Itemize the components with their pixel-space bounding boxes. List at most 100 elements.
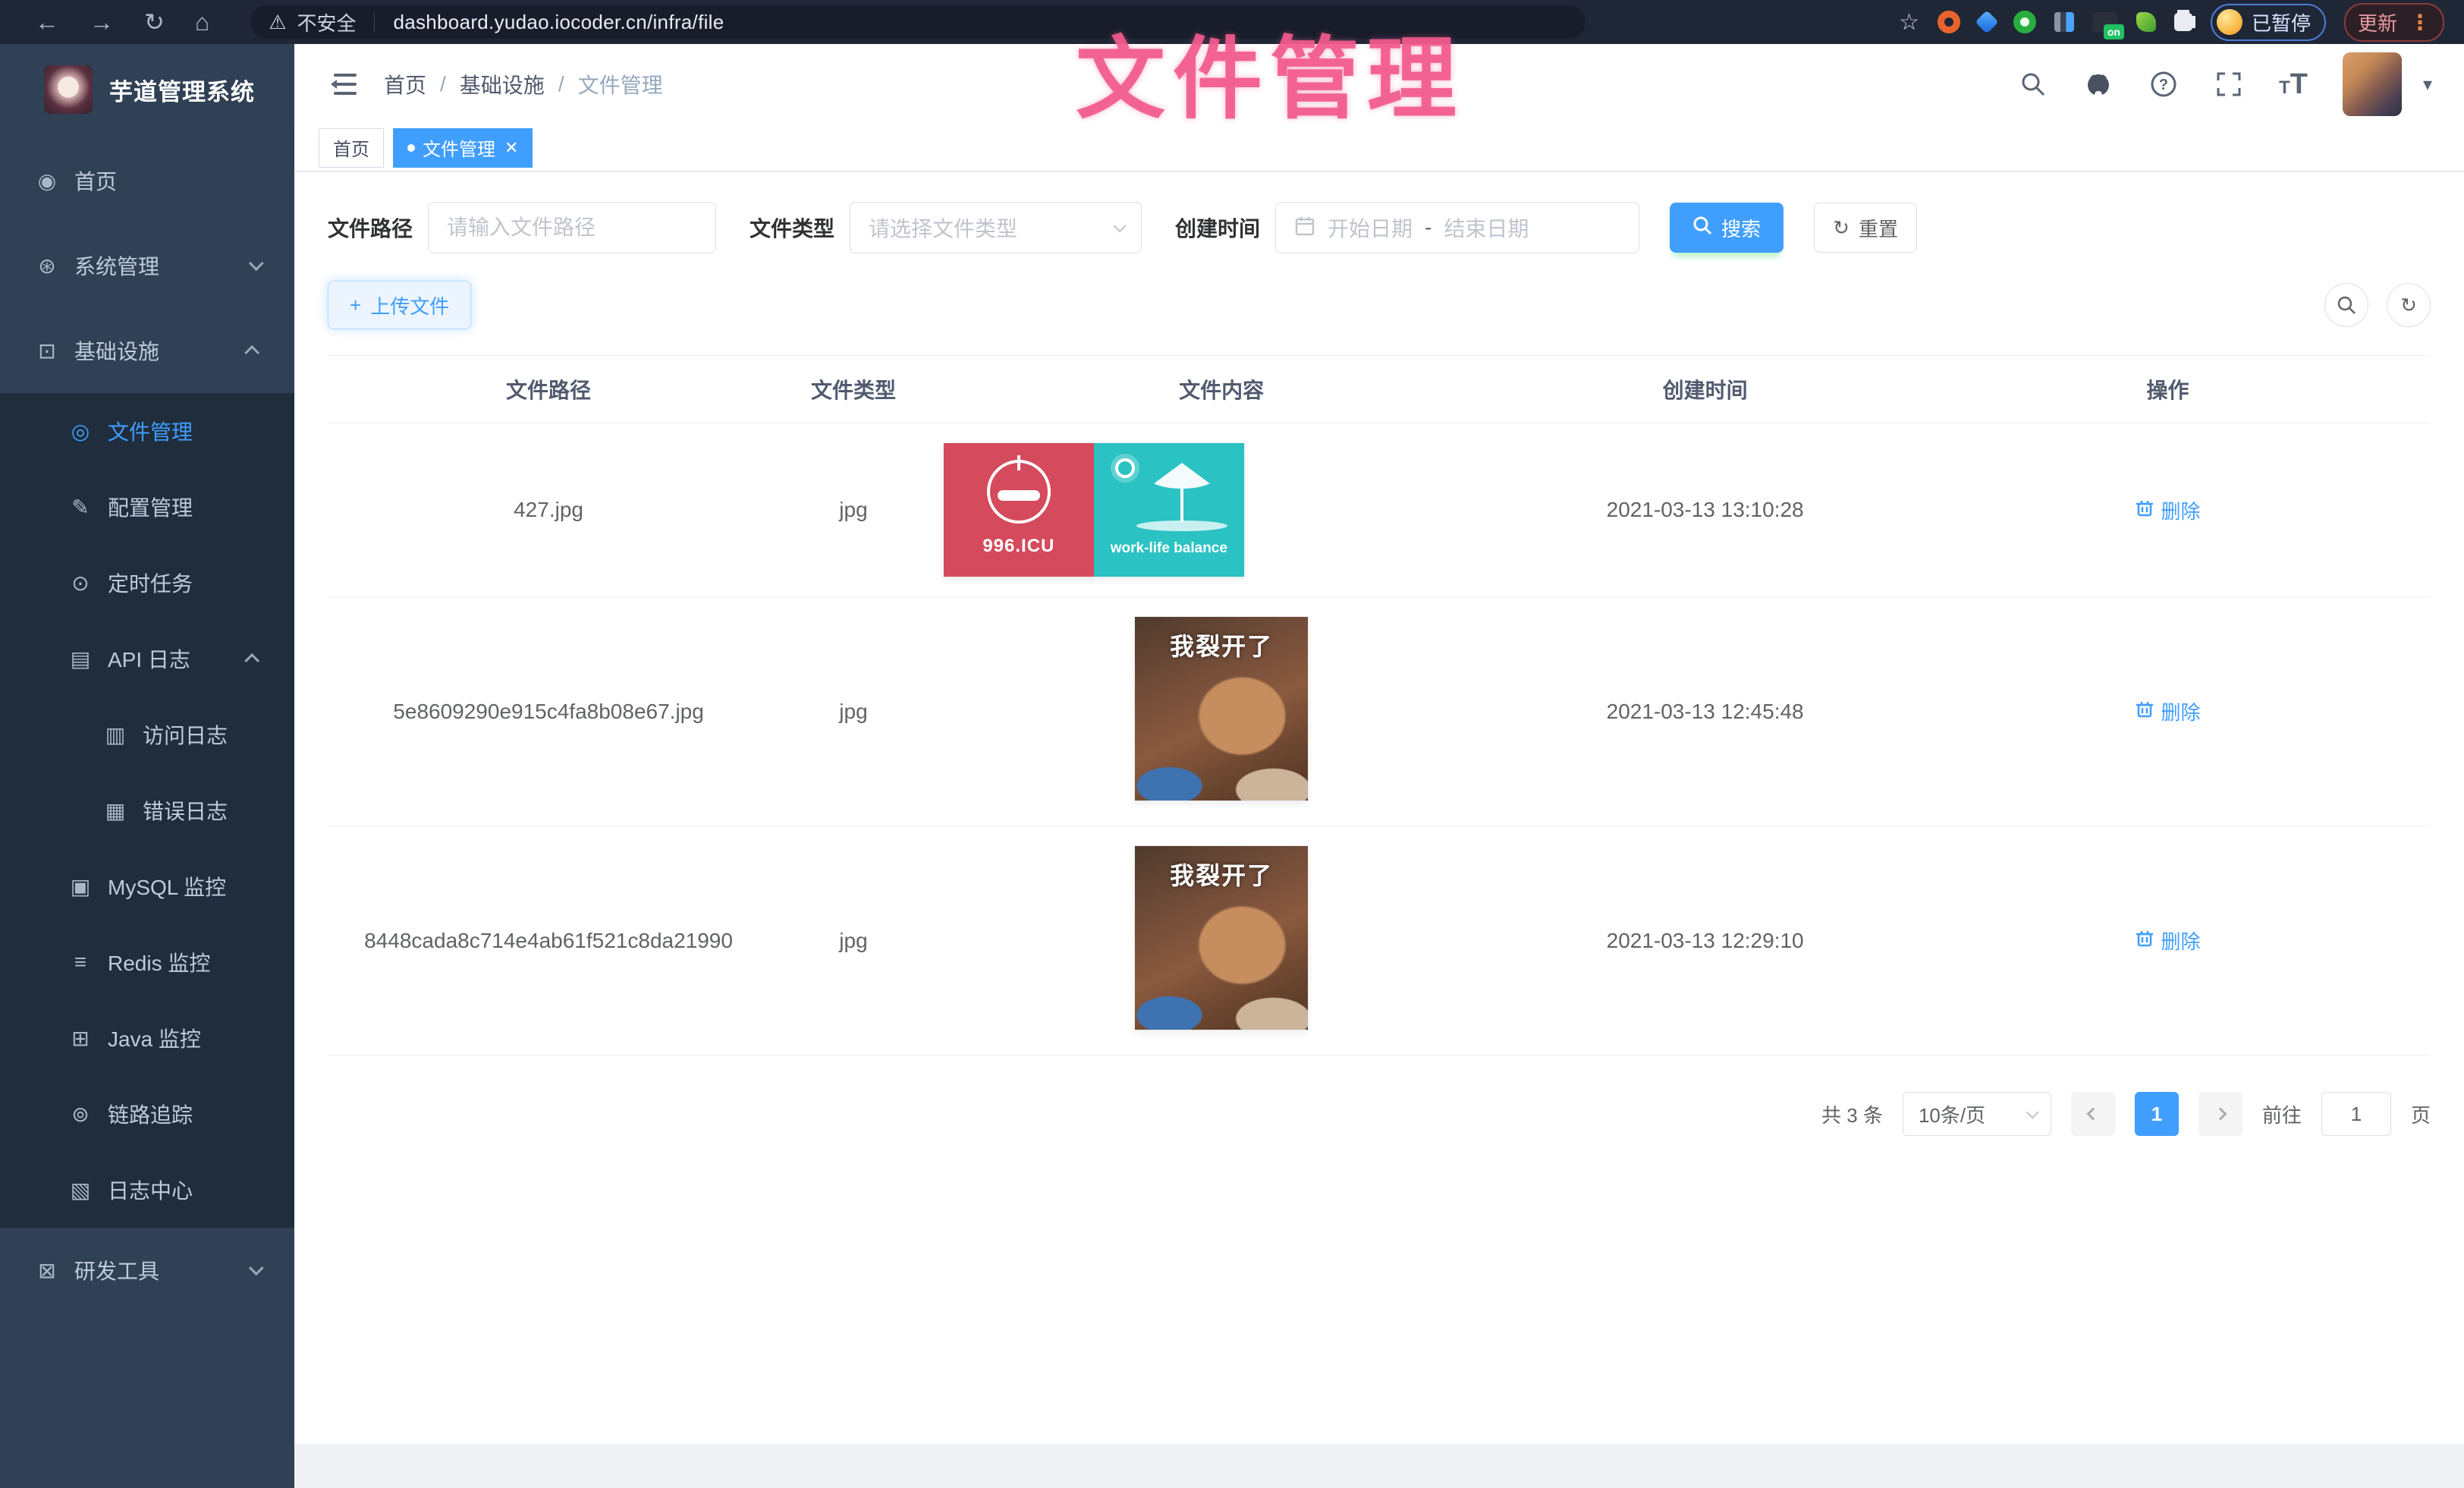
sidebar-item-10[interactable]: ≡Redis 监控 (0, 924, 294, 1000)
sidebar-item-4[interactable]: ✎配置管理 (0, 469, 294, 545)
avatar-caret-icon[interactable]: ▾ (2423, 74, 2432, 96)
chevron-up-icon (244, 653, 259, 668)
file-type-select[interactable]: 请选择文件类型 (850, 202, 1142, 253)
sidebar-item-6[interactable]: ▤API 日志 (0, 621, 294, 697)
tag-label: 首页 (333, 134, 369, 161)
hamburger-icon[interactable] (326, 72, 357, 96)
table-row: 8448cada8c714e4ab61f521c8da21990jpg 我裂开了… (328, 826, 2431, 1055)
sidebar-item-1[interactable]: ⊛系统管理 (0, 223, 294, 308)
search-label: 搜索 (1721, 214, 1761, 242)
sidebar-item-label: 错误日志 (143, 795, 228, 826)
bookmark-star-icon[interactable]: ☆ (1899, 9, 1919, 36)
address-bar[interactable]: ⚠ 不安全 dashboard.yudao.iocoder.cn/infra/f… (250, 5, 1586, 39)
reload-icon[interactable]: ↻ (144, 10, 165, 34)
sidebar-item-14[interactable]: ⊠研发工具 (0, 1228, 294, 1313)
delete-label: 删除 (2161, 697, 2200, 725)
extension-gear-icon[interactable] (1938, 11, 1960, 33)
extension-grid-icon[interactable] (2054, 12, 2074, 32)
date-range-picker[interactable]: 开始日期 - 结束日期 (1275, 202, 1639, 253)
chevron-down-icon (249, 256, 264, 271)
cell-created-time: 2021-03-13 12:29:10 (1505, 826, 1905, 1055)
chevron-left-icon (2086, 1108, 2099, 1121)
github-icon[interactable] (2083, 69, 2114, 99)
footer-band (294, 1444, 2464, 1488)
banner-left-caption: 996.ICU (944, 536, 1094, 557)
tag-home[interactable]: 首页 (319, 128, 384, 168)
paused-label: 已暂停 (2252, 8, 2311, 36)
sidebar-item-0[interactable]: ◉首页 (0, 138, 294, 223)
screen: ← → ↻ ⌂ ⚠ 不安全 dashboard.yudao.iocoder.cn… (0, 0, 2464, 1488)
trash-icon (2135, 498, 2154, 523)
help-icon[interactable]: ? (2148, 69, 2179, 99)
file-path-input[interactable] (447, 215, 697, 240)
breadcrumb-infra[interactable]: 基础设施 (460, 69, 545, 99)
delete-button[interactable]: 删除 (2135, 496, 2200, 524)
goto-page-input[interactable] (2321, 1092, 2391, 1136)
extensions-puzzle-icon[interactable] (2174, 13, 2192, 31)
header-search-icon[interactable] (2018, 69, 2048, 99)
umbrella-icon (1147, 463, 1217, 489)
sidebar-item-7[interactable]: ▥访问日志 (0, 697, 294, 772)
cell-file-path: 427.jpg (328, 423, 769, 597)
sidebar-item-2[interactable]: ⊡基础设施 (0, 308, 294, 393)
sidebar-item-3[interactable]: ◎文件管理 (0, 393, 294, 469)
tag-file-management[interactable]: 文件管理 ✕ (393, 128, 533, 168)
font-size-icon[interactable]: TT (2279, 68, 2308, 101)
date-separator: - (1425, 215, 1432, 240)
update-label: 更新 (2358, 8, 2397, 36)
user-avatar[interactable] (2343, 52, 2402, 116)
sidebar-item-12[interactable]: ⊚链路追踪 (0, 1076, 294, 1152)
file-preview-image[interactable]: 996.ICU work-life balance (944, 443, 1244, 577)
gear-icon: ⊛ (30, 253, 64, 278)
banner-balance-panel: work-life balance (1094, 443, 1244, 577)
extension-switch-icon[interactable]: on (2092, 12, 2118, 32)
tag-label: 文件管理 (423, 134, 495, 161)
upload-file-button[interactable]: + 上传文件 (328, 281, 471, 329)
file-preview-image[interactable]: 我裂开了 (1135, 617, 1308, 801)
active-dot (407, 144, 415, 152)
back-icon[interactable]: ← (35, 10, 59, 34)
sidebar-item-11[interactable]: ⊞Java 监控 (0, 1000, 294, 1076)
breadcrumb: 首页 / 基础设施 / 文件管理 (384, 69, 663, 99)
sidebar-item-5[interactable]: ⊙定时任务 (0, 545, 294, 621)
page-size-select[interactable]: 10条/页 (1903, 1092, 2051, 1136)
reset-button[interactable]: ↻ 重置 (1814, 203, 1917, 253)
page-unit-label: 页 (2411, 1100, 2431, 1128)
sidebar-item-13[interactable]: ▧日志中心 (0, 1152, 294, 1228)
breadcrumb-home[interactable]: 首页 (384, 69, 426, 99)
api-log-icon: ▤ (64, 646, 97, 672)
app-logo[interactable]: 芋道管理系统 (0, 44, 294, 134)
browser-update-button[interactable]: 更新 ⋮ (2344, 3, 2444, 42)
profile-paused-badge[interactable]: 已暂停 (2211, 4, 2326, 41)
sidebar-item-9[interactable]: ▣MySQL 监控 (0, 848, 294, 924)
sidebar-item-8[interactable]: ▦错误日志 (0, 772, 294, 848)
fullscreen-icon[interactable] (2214, 69, 2244, 99)
toggle-search-button[interactable] (2324, 283, 2368, 327)
sidebar-item-label: 日志中心 (108, 1175, 193, 1205)
home-icon[interactable]: ⌂ (195, 10, 209, 34)
next-page-button[interactable] (2198, 1092, 2242, 1136)
cell-created-time: 2021-03-13 12:45:48 (1505, 597, 1905, 826)
app-title: 芋道管理系统 (109, 73, 255, 107)
search-button[interactable]: 搜索 (1670, 203, 1784, 253)
file-path-label: 文件路径 (328, 212, 413, 243)
tags-view-bar: 首页 文件管理 ✕ (294, 124, 2464, 171)
sidebar-item-label: 链路追踪 (108, 1099, 193, 1129)
cell-file-content: 我裂开了 (938, 826, 1505, 1055)
forward-icon[interactable]: → (90, 10, 114, 34)
page-1-button[interactable]: 1 (2135, 1092, 2179, 1136)
file-preview-image[interactable]: 我裂开了 (1135, 846, 1308, 1030)
close-tag-icon[interactable]: ✕ (504, 138, 518, 158)
refresh-table-button[interactable]: ↻ (2387, 283, 2431, 327)
cell-file-path: 5e8609290e915c4fa8b08e67.jpg (328, 597, 769, 826)
extension-check-icon[interactable] (2013, 11, 2036, 33)
extension-drop-icon[interactable] (1975, 10, 1998, 33)
delete-label: 删除 (2161, 496, 2200, 524)
prev-page-button[interactable] (2071, 1092, 2115, 1136)
goto-label: 前往 (2262, 1100, 2302, 1128)
delete-button[interactable]: 删除 (2135, 926, 2200, 955)
cell-file-type: jpg (769, 423, 938, 597)
extension-leaf-icon[interactable] (2136, 12, 2156, 32)
kebab-menu-icon[interactable]: ⋮ (2409, 10, 2431, 35)
delete-button[interactable]: 删除 (2135, 697, 2200, 725)
